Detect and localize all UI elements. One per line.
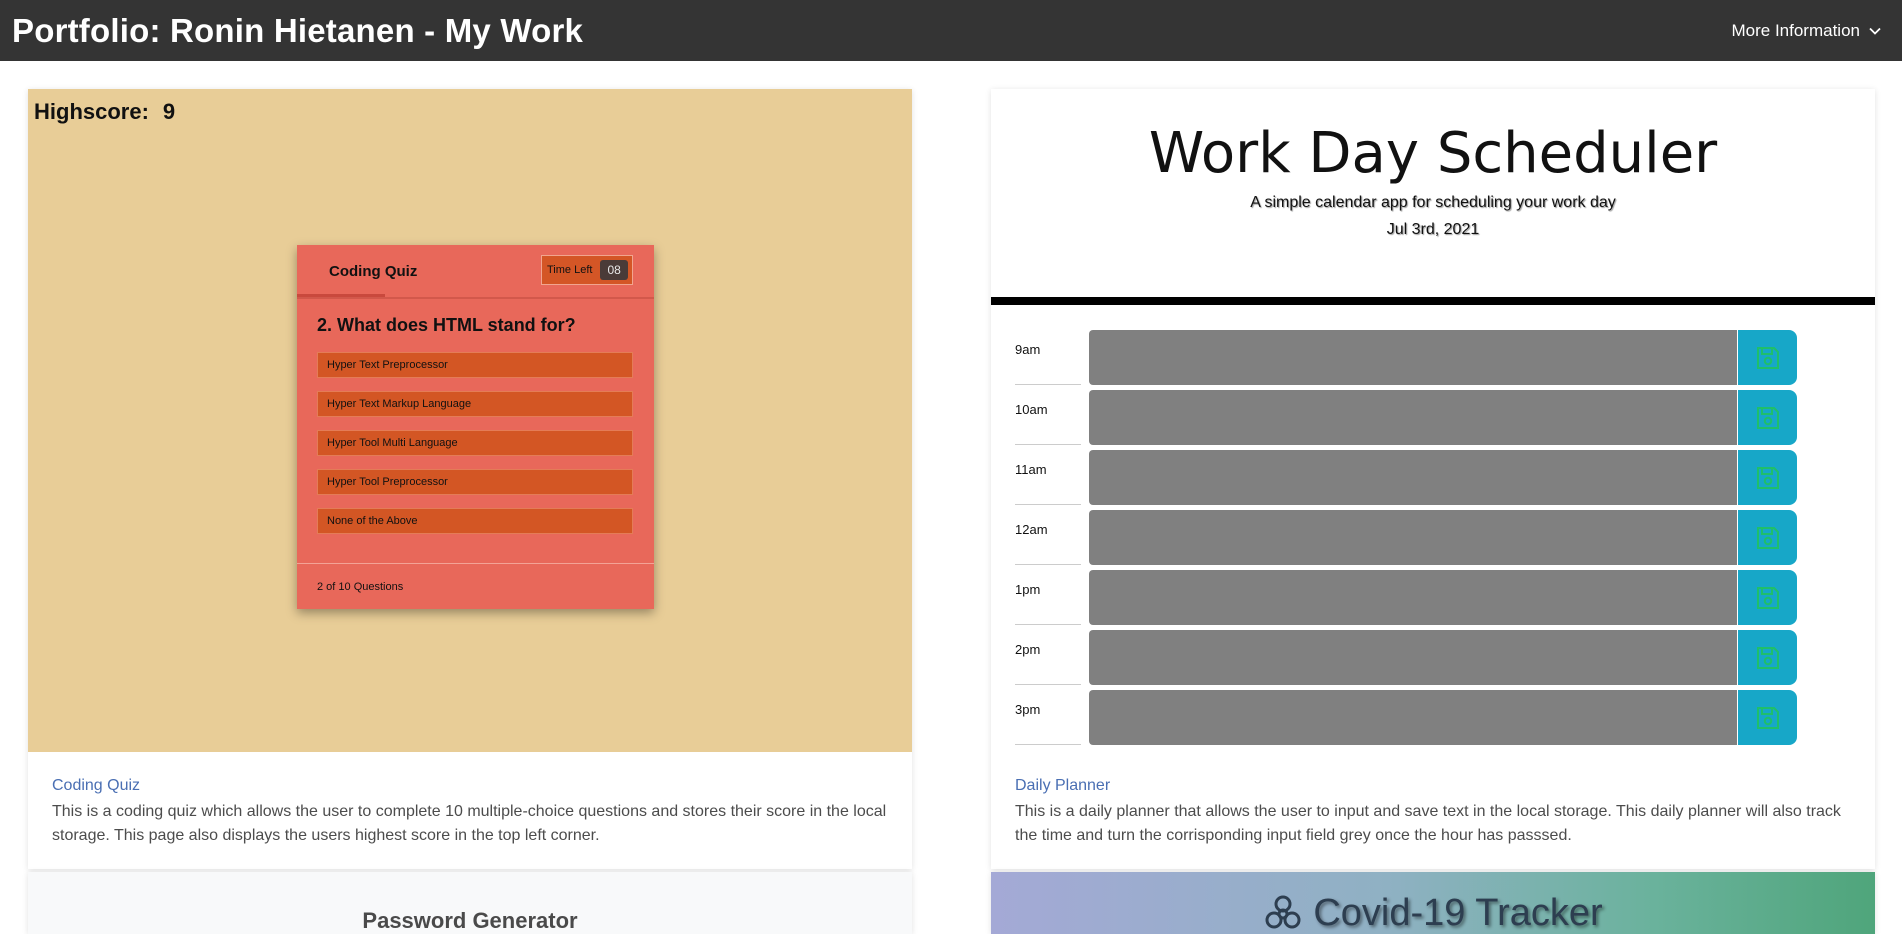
navbar-brand[interactable]: Portfolio: Ronin Hietanen - My Work: [12, 12, 583, 50]
hour-row: 9am: [1015, 330, 1815, 385]
floppy-disk-icon: [1756, 526, 1779, 549]
hour-row: 12am: [1015, 510, 1815, 565]
navbar: Portfolio: Ronin Hietanen - My Work More…: [0, 0, 1902, 61]
timer: Time Left 08: [541, 255, 633, 285]
save-button[interactable]: [1738, 390, 1797, 445]
hour-label: 3pm: [1015, 702, 1081, 745]
floppy-disk-icon: [1756, 406, 1779, 429]
biohazard-icon: [1265, 895, 1301, 928]
save-button[interactable]: [1738, 690, 1797, 745]
covid-tracker-title: Covid-19 Tracker: [1313, 892, 1603, 934]
hour-row: 1pm: [1015, 570, 1815, 625]
highscore-label: Highscore:: [34, 99, 149, 124]
quiz-footer: 2 of 10 Questions: [297, 563, 654, 593]
hour-label: 12am: [1015, 522, 1081, 565]
answer-list: Hyper Text Preprocessor Hyper Text Marku…: [317, 352, 633, 547]
hour-textarea[interactable]: [1089, 390, 1737, 445]
coding-quiz-description: This is a coding quiz which allows the u…: [52, 803, 887, 844]
answer-option[interactable]: Hyper Tool Multi Language: [317, 430, 633, 456]
scheduler-date: Jul 3rd, 2021: [1386, 221, 1480, 238]
answer-option[interactable]: None of the Above: [317, 508, 633, 534]
chevron-down-icon: [1869, 27, 1881, 35]
scheduler-title: Work Day Scheduler: [1148, 121, 1718, 186]
covid-tracker-heading: Covid-19 Tracker: [991, 892, 1875, 934]
floppy-disk-icon: [1756, 646, 1779, 669]
hour-row: 10am: [1015, 390, 1815, 445]
daily-planner-description: This is a daily planner that allows the …: [1015, 803, 1841, 844]
quiz-tab-indicator: [297, 294, 385, 297]
daily-planner-preview[interactable]: Work Day Scheduler A simple calendar app…: [991, 89, 1875, 752]
hour-row: 3pm: [1015, 690, 1815, 745]
hour-textarea[interactable]: [1089, 450, 1737, 505]
more-information-label: More Information: [1731, 20, 1861, 40]
quiz-question: 2. What does HTML stand for?: [317, 315, 576, 335]
question-progress: 2 of 10 Questions: [317, 581, 404, 593]
daily-planner-link[interactable]: Daily Planner: [1015, 777, 1855, 795]
divider: [991, 297, 1875, 305]
hour-textarea[interactable]: [1089, 630, 1737, 685]
answer-option[interactable]: Hyper Tool Preprocessor: [317, 469, 633, 495]
daily-planner-card: Work Day Scheduler A simple calendar app…: [991, 89, 1875, 869]
hour-textarea[interactable]: [1089, 510, 1737, 565]
save-button[interactable]: [1738, 330, 1797, 385]
answer-option[interactable]: Hyper Text Preprocessor: [317, 352, 633, 378]
quiz-title: Coding Quiz: [329, 263, 418, 280]
quiz-panel: Coding Quiz Time Left 08 2. What does HT…: [297, 245, 654, 609]
hour-label: 2pm: [1015, 642, 1081, 685]
hour-label: 1pm: [1015, 582, 1081, 625]
hour-textarea[interactable]: [1089, 330, 1737, 385]
hour-rows: 9am 10am 11am 12am 1pm 2pm 3pm: [1015, 330, 1815, 750]
save-button[interactable]: [1738, 450, 1797, 505]
hour-textarea[interactable]: [1089, 690, 1737, 745]
scheduler-subtitle: A simple calendar app for scheduling you…: [1250, 194, 1616, 211]
save-button[interactable]: [1738, 570, 1797, 625]
save-button[interactable]: [1738, 510, 1797, 565]
coding-quiz-card: Highscore: 9 Coding Quiz Time Left 08 2. …: [28, 89, 912, 869]
save-button[interactable]: [1738, 630, 1797, 685]
floppy-disk-icon: [1756, 346, 1779, 369]
more-information-dropdown[interactable]: More Information: [1732, 21, 1883, 41]
coding-quiz-link[interactable]: Coding Quiz: [52, 777, 892, 795]
floppy-disk-icon: [1756, 706, 1779, 729]
password-generator-card[interactable]: Password Generator: [28, 872, 912, 934]
hour-textarea[interactable]: [1089, 570, 1737, 625]
quiz-header: Coding Quiz Time Left 08: [297, 245, 654, 299]
password-generator-title: Password Generator: [362, 908, 578, 933]
daily-planner-card-body: Daily Planner This is a daily planner th…: [1015, 777, 1855, 848]
floppy-disk-icon: [1756, 466, 1779, 489]
coding-quiz-card-body: Coding Quiz This is a coding quiz which …: [52, 777, 892, 848]
highscore-value: 9: [162, 99, 176, 124]
answer-option[interactable]: Hyper Text Markup Language: [317, 391, 633, 417]
floppy-disk-icon: [1756, 586, 1779, 609]
timer-value: 08: [600, 260, 628, 280]
covid-tracker-card[interactable]: Covid-19 Tracker: [991, 872, 1875, 934]
hour-label: 11am: [1015, 462, 1081, 505]
hour-row: 2pm: [1015, 630, 1815, 685]
highscore: Highscore: 9: [34, 99, 175, 125]
hour-row: 11am: [1015, 450, 1815, 505]
hour-label: 10am: [1015, 402, 1081, 445]
coding-quiz-preview[interactable]: Highscore: 9 Coding Quiz Time Left 08 2. …: [28, 89, 912, 752]
hour-label: 9am: [1015, 342, 1081, 385]
timer-label: Time Left: [547, 264, 593, 276]
